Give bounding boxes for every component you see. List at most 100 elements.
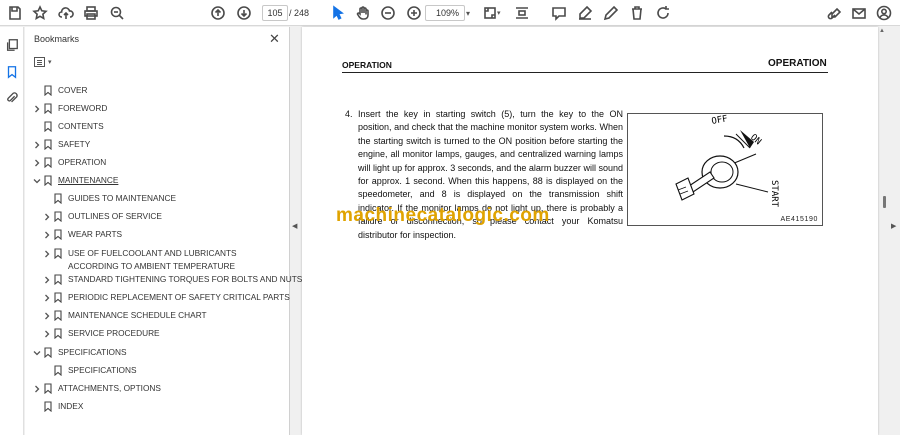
expand-chevron-right-icon[interactable] bbox=[43, 293, 51, 302]
rotate-icon[interactable] bbox=[653, 3, 673, 23]
top-toolbar: 105 / 248 109% ▾ ▾ bbox=[0, 0, 900, 26]
bookmark-label: PERIODIC REPLACEMENT OF SAFETY CRITICAL … bbox=[68, 292, 290, 302]
bookmark-item[interactable]: SPECIFICATIONS bbox=[33, 346, 283, 360]
expand-chevron-right-icon[interactable] bbox=[43, 275, 51, 284]
highlight-pen-icon[interactable] bbox=[575, 3, 595, 23]
scroll-mode-icon[interactable] bbox=[512, 3, 532, 23]
bookmark-item[interactable]: CONTENTS bbox=[33, 120, 283, 134]
bookmark-item[interactable]: WEAR PARTS bbox=[43, 228, 283, 242]
expand-chevron-right-icon[interactable] bbox=[43, 329, 51, 338]
bookmark-flag-icon bbox=[44, 121, 52, 133]
collapse-chevron-down-icon[interactable] bbox=[33, 176, 41, 184]
page-thumbnails-icon[interactable] bbox=[4, 37, 20, 53]
bookmark-flag-icon bbox=[44, 383, 52, 395]
bookmark-item[interactable]: OUTLINES OF SERVICE bbox=[43, 210, 283, 224]
bookmark-flag-icon bbox=[44, 157, 52, 169]
bookmark-flag-icon bbox=[44, 347, 52, 359]
zoom-level-field[interactable]: 109% bbox=[425, 5, 465, 21]
chevron-down-icon: ▾ bbox=[48, 59, 52, 66]
watermark-text: machinecatalogic.com bbox=[336, 205, 550, 226]
bookmark-label: GUIDES TO MAINTENANCE bbox=[68, 193, 177, 203]
scrollbar-thumb[interactable] bbox=[883, 196, 886, 208]
upload-cloud-icon[interactable] bbox=[56, 3, 76, 23]
switch-label-start: START bbox=[769, 180, 779, 208]
zoom-search-icon[interactable] bbox=[107, 3, 127, 23]
bookmark-flag-icon bbox=[54, 328, 62, 340]
bookmark-item[interactable]: PERIODIC REPLACEMENT OF SAFETY CRITICAL … bbox=[43, 291, 290, 305]
bookmark-flag-icon bbox=[54, 310, 62, 322]
expand-chevron-right-icon[interactable] bbox=[33, 104, 41, 113]
next-page-icon[interactable] bbox=[234, 3, 254, 23]
bookmark-item[interactable]: SPECIFICATIONS bbox=[43, 364, 283, 378]
zoom-out-icon[interactable] bbox=[378, 3, 398, 23]
expand-chevron-right-icon[interactable] bbox=[43, 249, 51, 258]
bookmark-item[interactable]: FOREWORD bbox=[33, 102, 283, 116]
fit-dropdown-chevron-icon[interactable]: ▾ bbox=[497, 9, 501, 17]
expand-chevron-right-icon[interactable] bbox=[43, 212, 51, 221]
starting-switch-figure: OFF ON START AE415190 bbox=[627, 113, 823, 226]
bookmark-label: SAFETY bbox=[58, 139, 91, 149]
bookmark-item[interactable]: GUIDES TO MAINTENANCE bbox=[43, 192, 283, 206]
switch-label-off: OFF bbox=[711, 114, 729, 127]
bookmark-item[interactable]: INDEX bbox=[33, 400, 283, 414]
bookmark-star-icon[interactable] bbox=[30, 3, 50, 23]
expand-chevron-right-icon[interactable] bbox=[33, 140, 41, 149]
bookmark-label: SPECIFICATIONS bbox=[58, 347, 127, 357]
email-share-icon[interactable] bbox=[849, 3, 869, 23]
bookmark-flag-icon bbox=[54, 193, 62, 205]
select-cursor-icon[interactable] bbox=[328, 3, 348, 23]
bookmark-label: INDEX bbox=[58, 401, 84, 411]
panel-title: Bookmarks bbox=[34, 34, 80, 44]
header-rule bbox=[342, 72, 828, 73]
bookmark-label: MAINTENANCE SCHEDULE CHART bbox=[68, 310, 207, 320]
save-icon[interactable] bbox=[5, 3, 25, 23]
bookmark-flag-icon bbox=[54, 365, 62, 377]
hand-tool-icon[interactable] bbox=[353, 3, 373, 23]
draw-sign-icon[interactable] bbox=[601, 3, 621, 23]
attachments-paperclip-icon[interactable] bbox=[4, 90, 20, 106]
bookmark-flag-icon bbox=[54, 211, 62, 223]
bookmark-item[interactable]: SERVICE PROCEDURE bbox=[43, 327, 283, 341]
bookmark-label: MAINTENANCE bbox=[58, 175, 119, 185]
bookmark-item[interactable]: STANDARD TIGHTENING TORQUES FOR BOLTS AN… bbox=[43, 273, 302, 287]
figure-code: AE415190 bbox=[780, 216, 818, 223]
expand-chevron-right-icon[interactable] bbox=[33, 384, 41, 393]
page-total: / 248 bbox=[289, 8, 310, 18]
collapse-chevron-down-icon[interactable] bbox=[33, 348, 41, 356]
expand-right-panel-arrow-icon[interactable]: ▶ bbox=[891, 222, 896, 230]
starting-switch-illustration: OFF ON START bbox=[675, 114, 779, 208]
vertical-scrollbar[interactable] bbox=[881, 27, 889, 435]
close-panel-icon[interactable]: ✕ bbox=[269, 31, 280, 47]
page-header-right: OPERATION bbox=[768, 58, 827, 69]
bookmark-label: ATTACHMENTS, OPTIONS bbox=[58, 383, 161, 393]
bookmark-flag-icon bbox=[44, 139, 52, 151]
bookmark-item[interactable]: MAINTENANCE bbox=[33, 174, 283, 188]
bookmark-item[interactable]: MAINTENANCE SCHEDULE CHART bbox=[43, 309, 283, 323]
bookmark-item[interactable]: COVER bbox=[33, 84, 283, 98]
previous-page-icon[interactable] bbox=[208, 3, 228, 23]
bookmark-options-button[interactable]: ▾ bbox=[34, 55, 58, 69]
collapse-panel-arrow-icon[interactable]: ◀ bbox=[292, 222, 297, 230]
comment-icon[interactable] bbox=[549, 3, 569, 23]
expand-chevron-right-icon[interactable] bbox=[43, 311, 51, 320]
bookmark-label: SERVICE PROCEDURE bbox=[68, 328, 160, 338]
step-number: 4. bbox=[345, 109, 353, 119]
scroll-up-arrow-icon[interactable]: ▲ bbox=[879, 28, 885, 34]
zoom-in-icon[interactable] bbox=[404, 3, 424, 23]
bookmark-flag-icon bbox=[54, 292, 62, 304]
page-number-input[interactable]: 105 bbox=[262, 5, 288, 21]
account-avatar-icon[interactable] bbox=[874, 3, 894, 23]
expand-chevron-right-icon[interactable] bbox=[43, 230, 51, 239]
print-icon[interactable] bbox=[81, 3, 101, 23]
bookmark-label: CONTENTS bbox=[58, 121, 104, 131]
bookmark-item[interactable]: ATTACHMENTS, OPTIONS bbox=[33, 382, 283, 396]
bookmark-item[interactable]: SAFETY bbox=[33, 138, 283, 152]
expand-chevron-right-icon[interactable] bbox=[33, 158, 41, 167]
bookmark-item[interactable]: USE OF FUELCOOLANT AND LUBRICANTS ACCORD… bbox=[43, 247, 283, 273]
bookmark-item[interactable]: OPERATION bbox=[33, 156, 283, 170]
bookmark-flag-icon bbox=[44, 85, 52, 97]
bookmarks-icon[interactable] bbox=[4, 64, 20, 80]
delete-trash-icon[interactable] bbox=[627, 3, 647, 23]
edit-link-icon[interactable] bbox=[824, 3, 844, 23]
zoom-dropdown-chevron-icon[interactable]: ▾ bbox=[466, 9, 470, 18]
